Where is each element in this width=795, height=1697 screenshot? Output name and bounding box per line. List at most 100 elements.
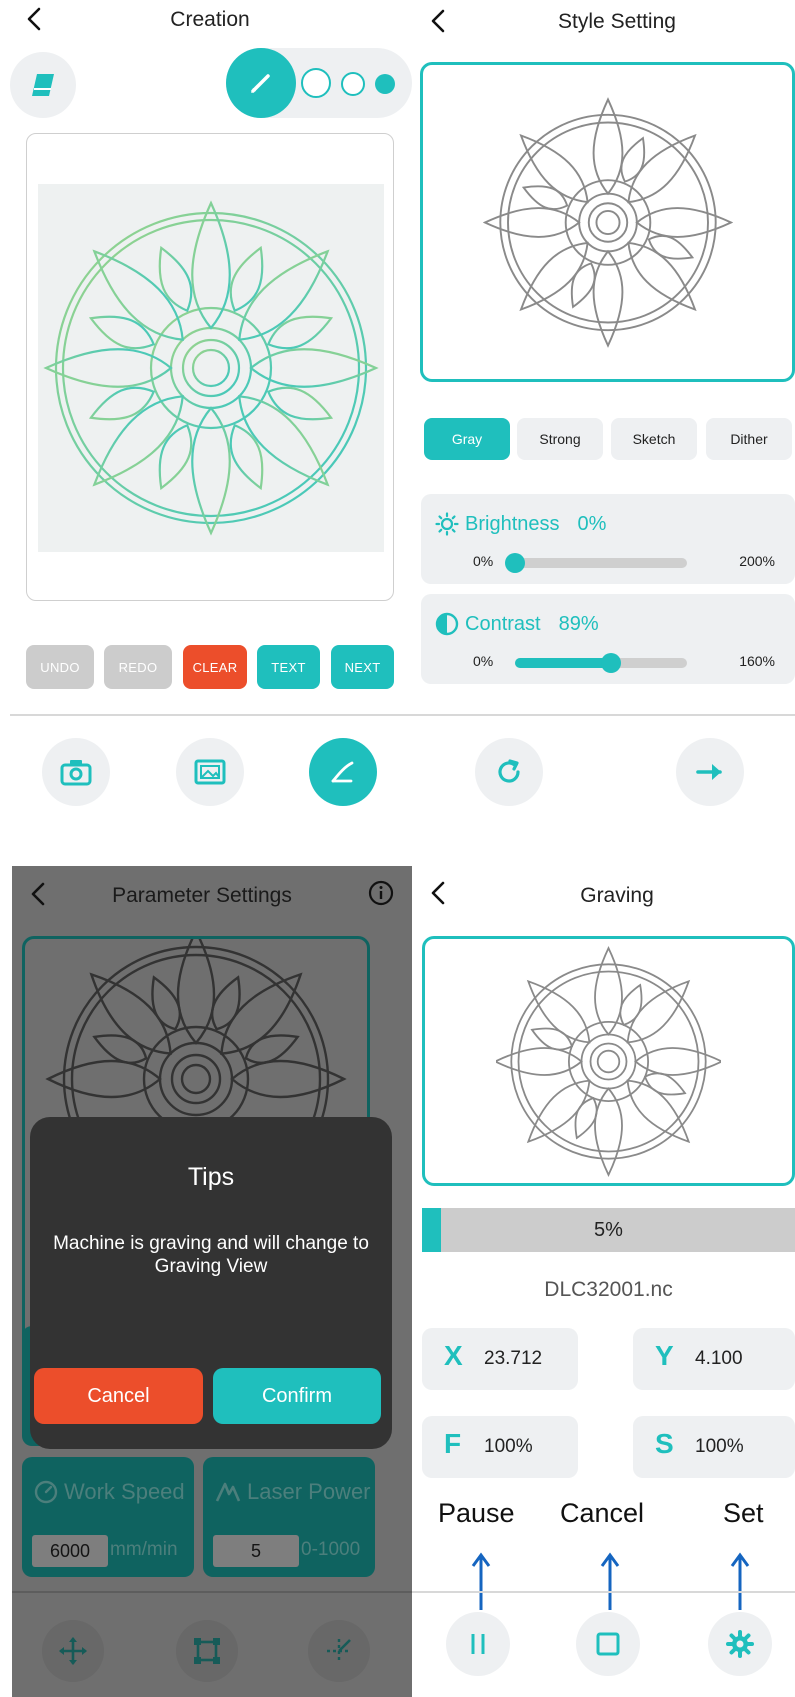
origin-button[interactable]: [308, 1620, 370, 1682]
graving-preview: [422, 936, 795, 1186]
coord-x-value: 23.712: [484, 1348, 543, 1369]
frame-button[interactable]: [176, 1620, 238, 1682]
work-speed-header: Work Speed: [34, 1479, 185, 1505]
mandala-drawing: [38, 184, 384, 552]
page-title: Graving: [580, 884, 654, 907]
laser-power-range: 0-1000: [301, 1539, 361, 1560]
contrast-fill: [515, 658, 611, 668]
pen-tool-button[interactable]: [226, 48, 296, 118]
brightness-value: 0%: [577, 512, 607, 535]
work-speed-unit: mm/min: [110, 1539, 178, 1560]
next-arrow-button[interactable]: [676, 738, 744, 806]
eraser-icon: [32, 74, 54, 96]
move-button[interactable]: [42, 1620, 104, 1682]
file-name: DLC32001.nc: [544, 1278, 673, 1301]
brightness-label: Brightness: [465, 512, 560, 535]
progress-label: 5%: [594, 1219, 623, 1241]
text-button[interactable]: TEXT: [257, 645, 320, 689]
laser-icon: [215, 1482, 241, 1502]
dialog-confirm-button[interactable]: Confirm: [213, 1368, 381, 1424]
info-icon: [368, 880, 394, 906]
dialog-cancel-button[interactable]: Cancel: [34, 1368, 203, 1424]
back-icon[interactable]: [426, 8, 452, 34]
info-button[interactable]: [368, 880, 394, 911]
page-title: Creation: [170, 8, 250, 31]
tab-gray[interactable]: Gray: [424, 418, 510, 460]
progress-bar: 5%: [422, 1208, 795, 1252]
style-preview: [420, 62, 795, 382]
back-icon[interactable]: [26, 881, 52, 907]
coord-s-letter: S: [655, 1428, 674, 1459]
brush-size-small[interactable]: [375, 74, 395, 94]
divider: [10, 714, 412, 716]
redo-button[interactable]: REDO: [104, 645, 172, 689]
divider: [412, 1591, 795, 1593]
laser-power-input[interactable]: 5: [213, 1535, 299, 1567]
contrast-card: Contrast 89% 0% 160%: [421, 594, 795, 684]
coord-y-card: Y 4.100: [633, 1328, 795, 1390]
sun-icon: [435, 512, 459, 536]
coord-y-letter: Y: [655, 1340, 674, 1371]
work-speed-card: Work Speed 6000 mm/min: [22, 1457, 194, 1577]
brightness-slider[interactable]: [505, 553, 687, 573]
pause-button[interactable]: [446, 1612, 510, 1676]
back-icon[interactable]: [426, 880, 452, 906]
settings-button[interactable]: [708, 1612, 772, 1676]
eraser-button[interactable]: [10, 52, 76, 118]
pen-icon: [251, 74, 270, 93]
draw-button[interactable]: [309, 738, 377, 806]
tab-sketch[interactable]: Sketch: [611, 418, 697, 460]
contrast-header: Contrast 89%: [435, 612, 599, 636]
divider: [412, 714, 795, 716]
pause-icon: [471, 1634, 485, 1654]
coord-y-value: 4.100: [695, 1348, 743, 1369]
mandala-image: [496, 945, 721, 1177]
camera-button[interactable]: [42, 738, 110, 806]
work-speed-label: Work Speed: [64, 1479, 185, 1504]
coord-f-card: F 100%: [422, 1416, 578, 1478]
dialog-title: Tips: [187, 1163, 235, 1191]
brush-size-large[interactable]: [301, 68, 331, 98]
arrow-up-icon: [471, 1552, 491, 1610]
tab-dither[interactable]: Dither: [706, 418, 792, 460]
clear-button[interactable]: CLEAR: [183, 645, 247, 689]
arrow-up-icon: [600, 1552, 620, 1610]
stop-icon: [596, 1632, 620, 1656]
undo-button[interactable]: UNDO: [26, 645, 94, 689]
speedometer-icon: [34, 1480, 58, 1504]
page-title: Parameter Settings: [112, 884, 292, 907]
contrast-slider[interactable]: [515, 653, 687, 673]
mandala-image: [43, 200, 379, 536]
brightness-card: Brightness 0% 0% 200%: [421, 494, 795, 584]
brush-size-medium[interactable]: [341, 72, 365, 96]
stop-button[interactable]: [576, 1612, 640, 1676]
move-icon: [59, 1637, 87, 1665]
work-speed-input[interactable]: 6000: [32, 1535, 108, 1567]
contrast-knob[interactable]: [600, 653, 621, 673]
brush-tool-selector: [226, 48, 412, 118]
laser-power-card: Laser Power 5 0-1000: [203, 1457, 375, 1577]
coord-s-value: 100%: [695, 1436, 744, 1457]
coord-x-letter: X: [444, 1340, 463, 1371]
contrast-label: Contrast: [465, 612, 541, 635]
brightness-knob[interactable]: [505, 553, 525, 573]
tab-strong[interactable]: Strong: [517, 418, 603, 460]
draw-icon: [331, 761, 354, 783]
laser-power-label: Laser Power: [247, 1479, 371, 1504]
contrast-value: 89%: [558, 612, 599, 635]
pause-annotation: Pause: [438, 1498, 515, 1528]
brightness-header: Brightness 0%: [435, 512, 606, 536]
mandala-image: [482, 96, 733, 348]
drawing-canvas[interactable]: [26, 133, 394, 601]
divider: [12, 1591, 412, 1593]
contrast-min: 0%: [473, 653, 494, 669]
next-button[interactable]: NEXT: [331, 645, 394, 689]
page-title: Style Setting: [558, 10, 676, 33]
back-icon[interactable]: [22, 6, 48, 32]
frame-icon: [194, 1638, 220, 1664]
reset-button[interactable]: [475, 738, 543, 806]
style-setting-screen: Style Setting Gray Strong Sketch Dither: [412, 0, 795, 820]
gallery-button[interactable]: [176, 738, 244, 806]
camera-icon: [60, 760, 92, 786]
coord-f-value: 100%: [484, 1436, 533, 1457]
